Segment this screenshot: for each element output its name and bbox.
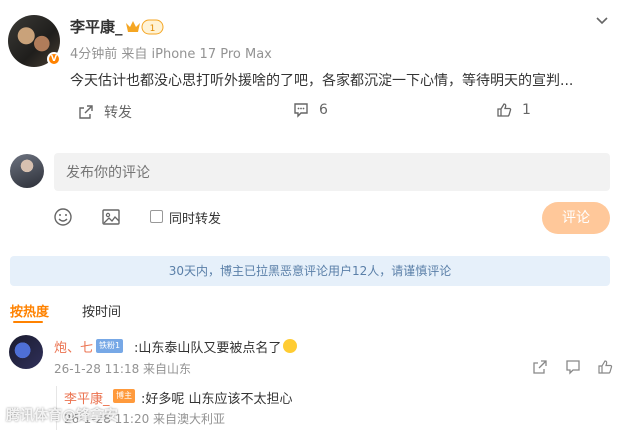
repost-label: 转发 bbox=[104, 105, 132, 121]
reply-text: :好多呢 山东应该不太担心 bbox=[141, 392, 293, 407]
host-badge: 博主 bbox=[113, 389, 135, 403]
like-icon bbox=[497, 103, 512, 117]
comment-meta: 26-1-28 11:18 来自山东 bbox=[54, 362, 192, 376]
comment-input[interactable] bbox=[54, 153, 610, 191]
moderation-notice: 30天内，博主已拉黑恶意评论用户12人，请谨慎评论 bbox=[10, 256, 610, 286]
share-icon[interactable] bbox=[532, 359, 548, 375]
comment-button[interactable]: 6 bbox=[293, 102, 328, 118]
laughing-emoji-icon bbox=[283, 339, 297, 353]
fan-badge: 铁粉1 bbox=[96, 339, 124, 353]
also-repost-label[interactable]: 同时转发 bbox=[169, 208, 221, 227]
comment-text: :山东泰山队又要被点名了 bbox=[134, 341, 282, 356]
crown-icon: 1 bbox=[126, 19, 164, 35]
repost-button[interactable]: 转发 bbox=[78, 102, 132, 122]
post-meta: 4分钟前 来自 iPhone 17 Pro Max bbox=[70, 47, 272, 62]
submit-comment-button[interactable]: 评论 bbox=[542, 202, 610, 234]
like-button[interactable]: 1 bbox=[496, 102, 531, 118]
also-repost-checkbox[interactable] bbox=[150, 210, 163, 223]
comment-icon[interactable] bbox=[565, 359, 581, 375]
sort-by-time-tab[interactable]: 按时间 bbox=[82, 301, 121, 320]
comment-count: 6 bbox=[319, 102, 328, 118]
active-tab-indicator bbox=[13, 321, 43, 323]
commenter-avatar[interactable] bbox=[9, 335, 43, 369]
commenter-name[interactable]: 炮、七 bbox=[54, 337, 93, 356]
current-user-avatar bbox=[10, 154, 44, 188]
sort-by-hot-tab[interactable]: 按热度 bbox=[10, 301, 49, 320]
post-text: 今天估计也都没心思打听外援啥的了吧，各家都沉淀一下心情，等待明天的宣判... bbox=[70, 73, 574, 89]
crown-level: 1 bbox=[150, 24, 156, 34]
image-icon[interactable] bbox=[101, 207, 121, 227]
watermark: 腾讯体育@锋拿安 bbox=[6, 408, 118, 424]
chevron-down-icon[interactable] bbox=[594, 12, 610, 28]
verified-badge: V bbox=[47, 52, 61, 66]
emoji-icon[interactable] bbox=[53, 207, 73, 227]
author-name[interactable]: 李平康_ bbox=[70, 16, 123, 37]
like-count: 1 bbox=[522, 102, 531, 118]
comment-icon bbox=[294, 103, 308, 118]
like-icon[interactable] bbox=[597, 359, 613, 375]
repost-icon bbox=[79, 105, 93, 119]
